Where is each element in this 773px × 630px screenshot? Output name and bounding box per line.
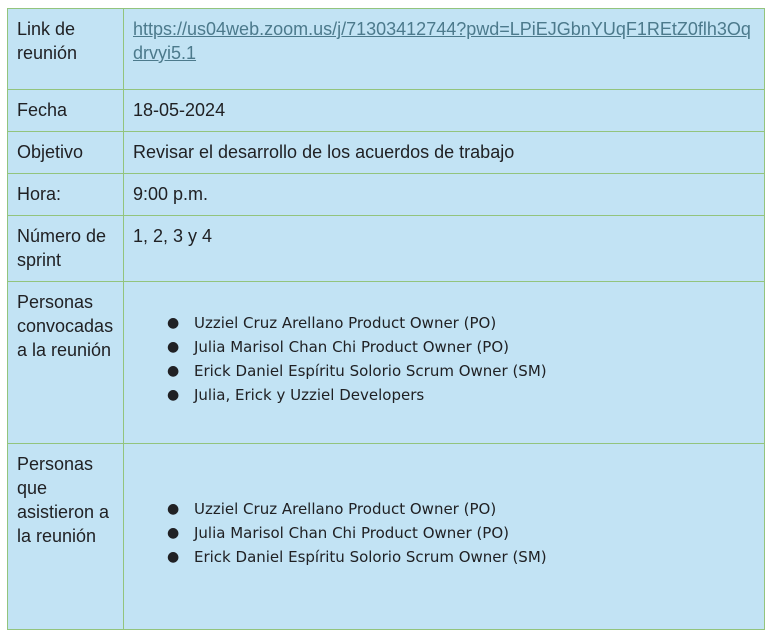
- person-entry: Julia Marisol Chan Chi Product Owner (PO…: [194, 524, 510, 542]
- bullet-icon: ●: [167, 387, 180, 403]
- row-date: Fecha 18-05-2024: [7, 89, 765, 132]
- bullet-icon: ●: [167, 315, 180, 331]
- row-hour: Hora: 9:00 p.m.: [7, 173, 765, 216]
- list-item: ● Uzziel Cruz Arellano Product Owner (PO): [167, 497, 754, 521]
- convoked-people-label: Personas convocadas a la reunión: [7, 281, 124, 444]
- attended-people-cell: ● Uzziel Cruz Arellano Product Owner (PO)…: [123, 443, 765, 630]
- objective-label: Objetivo: [7, 131, 124, 174]
- person-entry: Uzziel Cruz Arellano Product Owner (PO): [194, 500, 497, 518]
- list-item: ● Julia Marisol Chan Chi Product Owner (P…: [167, 335, 754, 359]
- row-sprint-number: Número de sprint 1, 2, 3 y 4: [7, 215, 765, 282]
- sprint-number-label: Número de sprint: [7, 215, 124, 282]
- person-entry: Julia, Erick y Uzziel Developers: [194, 386, 425, 404]
- bullet-icon: ●: [167, 501, 180, 517]
- list-item: ● Julia, Erick y Uzziel Developers: [167, 383, 754, 407]
- row-attended-people: Personas que asistieron a la reunión ● Uz…: [7, 443, 765, 630]
- convoked-people-cell: ● Uzziel Cruz Arellano Product Owner (PO)…: [123, 281, 765, 444]
- meeting-minutes-table: Link de reunión https://us04web.zoom.us/…: [7, 8, 765, 630]
- person-entry: Uzziel Cruz Arellano Product Owner (PO): [194, 314, 497, 332]
- bullet-icon: ●: [167, 339, 180, 355]
- date-value: 18-05-2024: [123, 89, 765, 132]
- attended-people-list: ● Uzziel Cruz Arellano Product Owner (PO)…: [133, 497, 754, 569]
- row-convoked-people: Personas convocadas a la reunión ● Uzziel…: [7, 281, 765, 444]
- hour-label: Hora:: [7, 173, 124, 216]
- sprint-number-value: 1, 2, 3 y 4: [123, 215, 765, 282]
- meeting-link-cell: https://us04web.zoom.us/j/71303412744?pw…: [123, 8, 765, 90]
- meeting-link[interactable]: https://us04web.zoom.us/j/71303412744?pw…: [133, 19, 751, 63]
- person-entry: Erick Daniel Espíritu Solorio Scrum Owne…: [194, 362, 547, 380]
- list-item: ● Uzziel Cruz Arellano Product Owner (PO): [167, 311, 754, 335]
- objective-value: Revisar el desarrollo de los acuerdos de…: [123, 131, 765, 174]
- row-objective: Objetivo Revisar el desarrollo de los ac…: [7, 131, 765, 174]
- convoked-people-list: ● Uzziel Cruz Arellano Product Owner (PO)…: [133, 311, 754, 407]
- meeting-link-label: Link de reunión: [7, 8, 124, 90]
- row-meeting-link: Link de reunión https://us04web.zoom.us/…: [7, 8, 765, 90]
- bullet-icon: ●: [167, 549, 180, 565]
- list-item: ● Julia Marisol Chan Chi Product Owner (P…: [167, 521, 754, 545]
- list-item: ● Erick Daniel Espíritu Solorio Scrum Own…: [167, 545, 754, 569]
- person-entry: Erick Daniel Espíritu Solorio Scrum Owne…: [194, 548, 547, 566]
- hour-value: 9:00 p.m.: [123, 173, 765, 216]
- bullet-icon: ●: [167, 525, 180, 541]
- date-label: Fecha: [7, 89, 124, 132]
- person-entry: Julia Marisol Chan Chi Product Owner (PO…: [194, 338, 510, 356]
- list-item: ● Erick Daniel Espíritu Solorio Scrum Own…: [167, 359, 754, 383]
- attended-people-label: Personas que asistieron a la reunión: [7, 443, 124, 630]
- bullet-icon: ●: [167, 363, 180, 379]
